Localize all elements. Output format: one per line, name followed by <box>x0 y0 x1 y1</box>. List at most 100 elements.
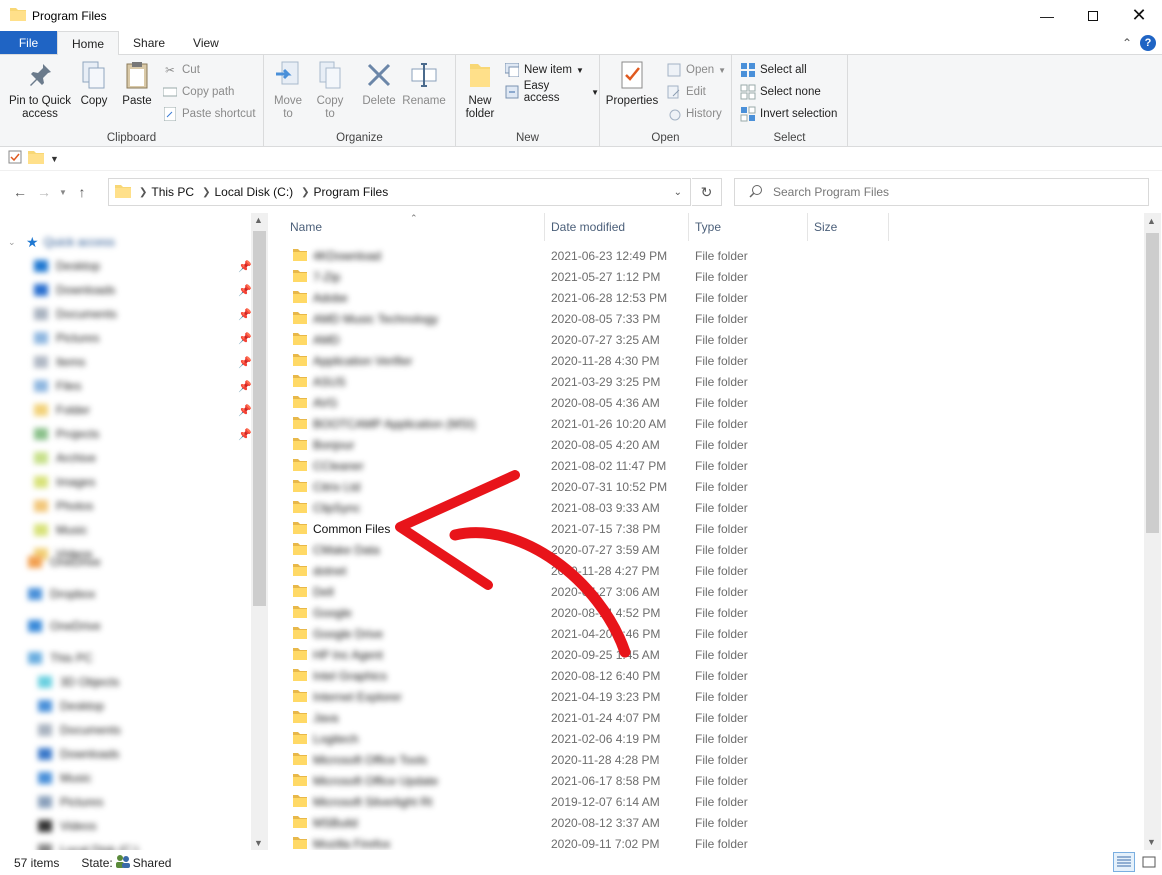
file-row[interactable]: AMD Music Technology 2020-08-05 7:33 PM Fi… <box>288 308 1148 329</box>
breadcrumb-this-pc[interactable]: This PC <box>151 185 194 199</box>
copy-path-button[interactable]: Copy path <box>162 82 234 102</box>
move-to-button[interactable]: Move to <box>270 59 306 121</box>
properties-qat-icon[interactable] <box>8 150 22 167</box>
nav-item[interactable]: Documents <box>0 718 250 742</box>
new-folder-qat-icon[interactable] <box>28 150 44 167</box>
nav-item[interactable]: OneDrive <box>0 550 250 574</box>
tab-file[interactable]: File <box>0 31 57 54</box>
column-date-modified[interactable]: Date modified <box>545 213 689 241</box>
nav-item[interactable]: Items 📌 <box>0 350 252 374</box>
file-row[interactable]: 7-Zip 2021-05-27 1:12 PM File folder <box>288 266 1148 287</box>
breadcrumb-local-disk[interactable]: Local Disk (C:) <box>214 185 293 199</box>
nav-item[interactable]: Music <box>0 766 250 790</box>
nav-scroll-thumb[interactable] <box>253 231 266 606</box>
nav-item[interactable]: Local Disk (C:) <box>0 838 250 850</box>
file-row[interactable]: BOOTCAMP Application (MSI) 2021-01-26 10:… <box>288 413 1148 434</box>
close-button[interactable]: ✕ <box>1116 0 1162 31</box>
tab-share[interactable]: Share <box>119 31 179 54</box>
breadcrumb-program-files[interactable]: Program Files <box>314 185 389 199</box>
nav-item[interactable]: Desktop <box>0 694 250 718</box>
minimize-button[interactable]: — <box>1024 0 1070 31</box>
scroll-up-icon[interactable]: ▲ <box>1147 216 1156 226</box>
file-row[interactable]: Bonjour 2020-08-05 4:20 AM File folder <box>288 434 1148 455</box>
nav-item[interactable]: Downloads 📌 <box>0 278 252 302</box>
address-bar[interactable]: ❯ This PC ❯ Local Disk (C:) ❯ Program Fi… <box>108 178 691 206</box>
file-row[interactable]: Microsoft Office Tools 2020-11-28 4:28 PM… <box>288 749 1148 770</box>
edit-button[interactable]: Edit <box>666 82 706 102</box>
delete-button[interactable]: Delete <box>360 59 398 108</box>
recent-locations-button[interactable]: ▼ <box>56 180 70 204</box>
nav-item[interactable]: OneDrive <box>0 614 250 638</box>
column-type[interactable]: Type <box>689 213 808 241</box>
file-row[interactable]: CCleaner 2021-08-02 11:47 PM File folder <box>288 455 1148 476</box>
nav-item[interactable]: Pictures <box>0 790 250 814</box>
file-row[interactable]: Java 2021-01-24 4:07 PM File folder <box>288 707 1148 728</box>
select-all-button[interactable]: Select all <box>740 60 807 80</box>
file-row[interactable]: Microsoft Silverlight Rt 2019-12-07 6:14 … <box>288 791 1148 812</box>
file-row[interactable]: Common Files 2021-07-15 7:38 PM File folde… <box>288 518 1148 539</box>
tab-view[interactable]: View <box>179 31 233 54</box>
file-row[interactable]: Application Verifier 2020-11-28 4:30 PM Fi… <box>288 350 1148 371</box>
scroll-down-icon[interactable]: ▼ <box>254 838 263 848</box>
nav-item[interactable]: Music <box>0 518 250 542</box>
file-list-scrollbar[interactable]: ▲ ▼ <box>1144 213 1161 850</box>
open-button[interactable]: Open ▼ <box>666 60 726 80</box>
file-row[interactable]: ASUS 2021-03-29 3:25 PM File folder <box>288 371 1148 392</box>
nav-item[interactable]: Dropbox <box>0 582 250 606</box>
file-row[interactable]: Dell 2020-07-27 3:06 AM File folder <box>288 581 1148 602</box>
properties-button[interactable]: Properties <box>604 59 660 108</box>
maximize-button[interactable] <box>1070 0 1116 31</box>
file-row[interactable]: Citrix Ltd 2020-07-31 10:52 PM File folder <box>288 476 1148 497</box>
file-row[interactable]: 4KDownload 2021-06-23 12:49 PM File folder <box>288 245 1148 266</box>
collapse-ribbon-icon[interactable]: ⌃ <box>1122 36 1132 50</box>
nav-item[interactable]: Archive <box>0 446 250 470</box>
file-row[interactable]: Microsoft Office Update 2021-06-17 8:58 P… <box>288 770 1148 791</box>
nav-quick-access[interactable]: ⌄ ★ Quick access <box>0 230 250 254</box>
file-row[interactable]: CMake Data 2020-07-27 3:59 AM File folder <box>288 539 1148 560</box>
history-button[interactable]: History <box>666 104 722 124</box>
nav-item[interactable]: Documents 📌 <box>0 302 252 326</box>
nav-item[interactable]: Videos <box>0 814 250 838</box>
nav-item[interactable]: Photos <box>0 494 250 518</box>
file-row[interactable]: Google 2020-08-14 4:52 PM File folder <box>288 602 1148 623</box>
file-row[interactable]: Mozilla Firefox 2020-09-11 7:02 PM File fo… <box>288 833 1148 850</box>
file-row[interactable]: Logitech 2021-02-06 4:19 PM File folder <box>288 728 1148 749</box>
customize-qat-icon[interactable]: ▼ <box>50 154 59 164</box>
new-item-button[interactable]: New item ▼ <box>504 60 584 80</box>
column-name[interactable]: Name <box>284 213 545 241</box>
details-view-icon[interactable] <box>1113 852 1135 872</box>
file-row[interactable]: AMD 2020-07-27 3:25 AM File folder <box>288 329 1148 350</box>
nav-item[interactable]: Projects 📌 <box>0 422 252 446</box>
scroll-up-icon[interactable]: ▲ <box>254 215 263 225</box>
tab-home[interactable]: Home <box>57 31 120 55</box>
invert-selection-button[interactable]: Invert selection <box>740 104 837 124</box>
column-size[interactable]: Size <box>808 213 889 241</box>
file-row[interactable]: Internet Explorer 2021-04-19 3:23 PM File … <box>288 686 1148 707</box>
paste-button[interactable]: Paste <box>118 59 156 108</box>
select-none-button[interactable]: Select none <box>740 82 821 102</box>
nav-scrollbar[interactable]: ▲ ▼ <box>251 213 268 850</box>
file-row[interactable]: dotnet 2020-11-28 4:27 PM File folder <box>288 560 1148 581</box>
rename-button[interactable]: Rename <box>402 59 446 108</box>
nav-item[interactable]: Files 📌 <box>0 374 252 398</box>
nav-item[interactable]: Folder 📌 <box>0 398 252 422</box>
nav-item[interactable]: This PC <box>0 646 250 670</box>
file-row[interactable]: MSBuild 2020-08-12 3:37 AM File folder <box>288 812 1148 833</box>
copy-to-button[interactable]: Copy to <box>312 59 348 121</box>
up-button[interactable]: ↑ <box>70 180 94 204</box>
paste-shortcut-button[interactable]: Paste shortcut <box>162 104 256 124</box>
cut-button[interactable]: ✂ Cut <box>162 60 200 80</box>
refresh-button[interactable]: ↻ <box>692 178 722 206</box>
file-scroll-thumb[interactable] <box>1146 233 1159 533</box>
easy-access-button[interactable]: Easy access ▼ <box>504 80 599 104</box>
back-button[interactable]: ← <box>8 180 32 204</box>
file-row[interactable]: ClipSync 2021-08-03 9:33 AM File folder <box>288 497 1148 518</box>
file-row[interactable]: Google Drive 2021-04-20 4:46 PM File folde… <box>288 623 1148 644</box>
nav-item[interactable]: Pictures 📌 <box>0 326 252 350</box>
forward-button[interactable]: → <box>32 180 56 204</box>
nav-item[interactable]: Images <box>0 470 250 494</box>
nav-item[interactable]: Desktop 📌 <box>0 254 252 278</box>
help-icon[interactable]: ? <box>1140 34 1156 51</box>
address-dropdown-icon[interactable]: ⌄ <box>674 187 682 198</box>
new-folder-button[interactable]: New folder <box>460 59 500 121</box>
